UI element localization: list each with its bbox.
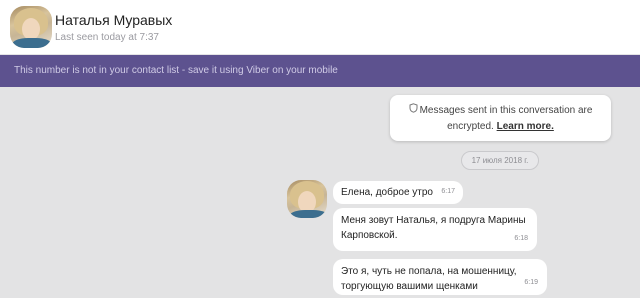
encryption-notice: Messages sent in this conversation are e… xyxy=(390,95,611,141)
shield-icon xyxy=(409,102,418,118)
contact-name[interactable]: Наталья Муравых xyxy=(55,12,172,28)
date-separator: 17 июля 2018 г. xyxy=(461,151,539,170)
message-bubble[interactable]: Меня зовут Наталья, я подруга Марины Кар… xyxy=(333,208,537,251)
not-in-contacts-banner: This number is not in your contact list … xyxy=(0,55,640,87)
learn-more-link[interactable]: Learn more. xyxy=(497,121,554,132)
message-time: 6:17 xyxy=(441,188,455,195)
message-text: Елена, доброе утро xyxy=(341,187,433,198)
chat-header: Наталья Муравых Last seen today at 7:37 xyxy=(0,0,640,55)
message-text: Меня зовут Наталья, я подруга Марины Кар… xyxy=(341,215,526,241)
encryption-text-line2: encrypted. xyxy=(447,121,494,132)
banner-text: This number is not in your contact list … xyxy=(14,65,338,76)
message-time: 6:19 xyxy=(524,279,538,286)
message-bubble[interactable]: Елена, доброе утро 6:17 xyxy=(333,181,463,204)
message-time: 6:18 xyxy=(514,235,528,242)
message-text: Это я, чуть не попала, на мошенницу, тор… xyxy=(341,266,517,292)
sender-avatar[interactable] xyxy=(287,180,327,218)
contact-avatar[interactable] xyxy=(10,6,52,48)
message-bubble[interactable]: Это я, чуть не попала, на мошенницу, тор… xyxy=(333,259,547,295)
last-seen-status: Last seen today at 7:37 xyxy=(55,32,159,43)
encryption-text-line1: Messages sent in this conversation are xyxy=(419,105,593,116)
